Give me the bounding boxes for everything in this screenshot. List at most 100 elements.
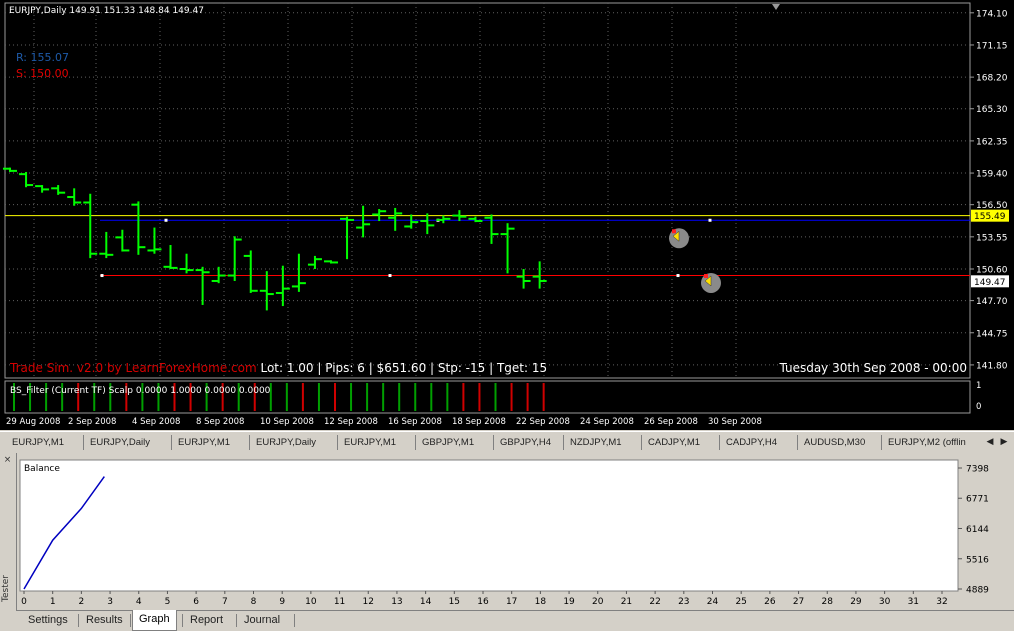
price-bar	[291, 253, 306, 292]
tab-separator	[182, 614, 183, 627]
price-chart[interactable]: 174.10 171.15 168.20 165.30 162.35 159.40 156.…	[0, 0, 1014, 430]
price-bar	[19, 171, 34, 188]
price-bar	[404, 214, 419, 229]
price-bar	[436, 215, 451, 224]
balance-x-label: 29	[850, 597, 862, 607]
tester-tab-results[interactable]: Results	[80, 611, 129, 630]
price-bar	[179, 253, 194, 274]
indicator-axis-label: 0	[976, 402, 981, 412]
balance-plot-area	[19, 459, 959, 592]
date-axis-label: 22 Sep 2008	[516, 417, 570, 427]
date-axis-label: 8 Sep 2008	[196, 417, 244, 427]
chart-tab[interactable]: CADJPY,H4	[720, 435, 798, 450]
tab-separator	[236, 614, 237, 627]
price-axis-label: 165.30	[976, 105, 1008, 115]
price-bar	[227, 236, 242, 281]
balance-x-label: 27	[793, 597, 804, 607]
balance-x-label: 15	[449, 597, 460, 607]
balance-x-label: 9	[279, 597, 285, 607]
tester-tab-report[interactable]: Report	[184, 611, 229, 630]
price-bar	[516, 268, 531, 289]
indicator-axis-label: 1	[976, 381, 981, 391]
tab-separator	[78, 614, 79, 627]
balance-graph: 739867716144551648890 1 2 3 4 5 6 7 8 9 10 11 12 13 14…	[19, 459, 989, 607]
trade-sim-stats: Lot: 1.00 | Pips: 6 | $651.60 | Stp: -15…	[256, 361, 548, 375]
tester-tab-graph[interactable]: Graph	[132, 610, 177, 631]
date-axis-label: 29 Aug 2008	[6, 417, 60, 427]
date-axis-label: 26 Sep 2008	[644, 417, 698, 427]
tab-separator	[130, 614, 131, 627]
tester-tabs: Settings Results Graph Report Journal	[16, 610, 1014, 631]
balance-x-label: 22	[649, 597, 660, 607]
resistance-marker	[708, 218, 712, 222]
balance-x-label: 32	[936, 597, 947, 607]
price-bar	[259, 271, 274, 311]
current-price-tag: 149.47	[974, 278, 1006, 288]
chart-tab[interactable]: EURJPY,M1	[172, 435, 250, 450]
balance-x-label: 1	[50, 597, 56, 607]
date-axis-label: 4 Sep 2008	[132, 417, 180, 427]
price-bar	[420, 213, 435, 235]
balance-y-label: 4889	[966, 586, 989, 596]
balance-x-label: 19	[563, 597, 575, 607]
price-bar	[500, 223, 515, 274]
chart-tab[interactable]: EURJPY,M1	[338, 435, 416, 450]
price-axis-label: 159.40	[976, 170, 1008, 180]
chart-tab[interactable]: EURJPY,M2 (offlin	[882, 435, 980, 450]
price-bar	[115, 229, 130, 252]
price-axis-label: 171.15	[976, 41, 1008, 51]
price-bar	[484, 214, 499, 244]
price-bar	[324, 260, 338, 264]
balance-x-label: 24	[707, 597, 719, 607]
balance-x-label: 12	[363, 597, 374, 607]
balance-x-label: 26	[764, 597, 776, 607]
chart-tab[interactable]: NZDJPY,M1	[564, 435, 642, 450]
balance-x-label: 17	[506, 597, 517, 607]
price-bar	[163, 245, 178, 269]
balance-x-label: 31	[908, 597, 919, 607]
chart-tab[interactable]: AUDUSD,M30	[798, 435, 882, 450]
balance-y-label: 6144	[966, 525, 989, 535]
chart-tab[interactable]: EURJPY,Daily	[250, 435, 338, 450]
balance-x-label: 13	[391, 597, 402, 607]
price-axis-label: 150.60	[976, 265, 1008, 275]
balance-x-label: 3	[107, 597, 113, 607]
chart-tab[interactable]: GBPJPY,M1	[416, 435, 494, 450]
price-bar	[51, 185, 66, 195]
trade-sim-brand: Trade Sim. v2.0 by LearnForexHome.com	[10, 361, 257, 375]
resistance-level-label: R: 155.07	[16, 51, 69, 64]
resistance-marker	[164, 218, 168, 222]
balance-x-label: 5	[165, 597, 171, 607]
support-level-label: S: 150.00	[16, 67, 69, 80]
chart-shift-icon	[772, 4, 780, 10]
price-axis-label: 162.35	[976, 137, 1008, 147]
trade-entry-marker	[669, 228, 689, 249]
indicator-label: BS_Filter (Current TF) Scalp 0.0000 1.00…	[10, 386, 271, 396]
chart-tab[interactable]: GBPJPY,H4	[494, 435, 564, 450]
symbol-header: EURJPY,Daily 149.91 151.33 148.84 149.47	[9, 6, 204, 16]
tab-scroll-right-icon[interactable]: ▶	[998, 435, 1010, 450]
balance-x-label: 10	[305, 597, 317, 607]
tester-tab-settings[interactable]: Settings	[22, 611, 74, 630]
chart-tab[interactable]: EURJPY,Daily	[84, 435, 172, 450]
balance-x-label: 30	[879, 597, 891, 607]
price-plot-frame	[4, 2, 971, 379]
balance-x-label: 4	[136, 597, 142, 607]
tab-scroll-left-icon[interactable]: ◀	[984, 435, 996, 450]
chart-tab[interactable]: EURJPY,M1	[6, 435, 84, 450]
balance-x-label: 18	[535, 597, 547, 607]
tester-tab-journal[interactable]: Journal	[238, 611, 286, 630]
date-axis-label: 16 Sep 2008	[388, 417, 442, 427]
price-axis-label: 147.70	[976, 297, 1008, 307]
balance-x-label: 21	[621, 597, 632, 607]
date-axis-label: 18 Sep 2008	[452, 417, 506, 427]
balance-legend: Balance	[24, 464, 60, 474]
balance-y-label: 7398	[966, 465, 989, 475]
trade-stop-icon	[704, 273, 708, 278]
price-axis-label: 141.80	[976, 361, 1008, 371]
balance-x-label: 6	[193, 597, 199, 607]
chart-tab[interactable]: CADJPY,M1	[642, 435, 720, 450]
trade-sim-info-bar: Trade Sim. v2.0 by LearnForexHome.com Lo…	[10, 361, 547, 375]
tab-separator	[294, 614, 295, 627]
balance-x-label: 20	[592, 597, 604, 607]
